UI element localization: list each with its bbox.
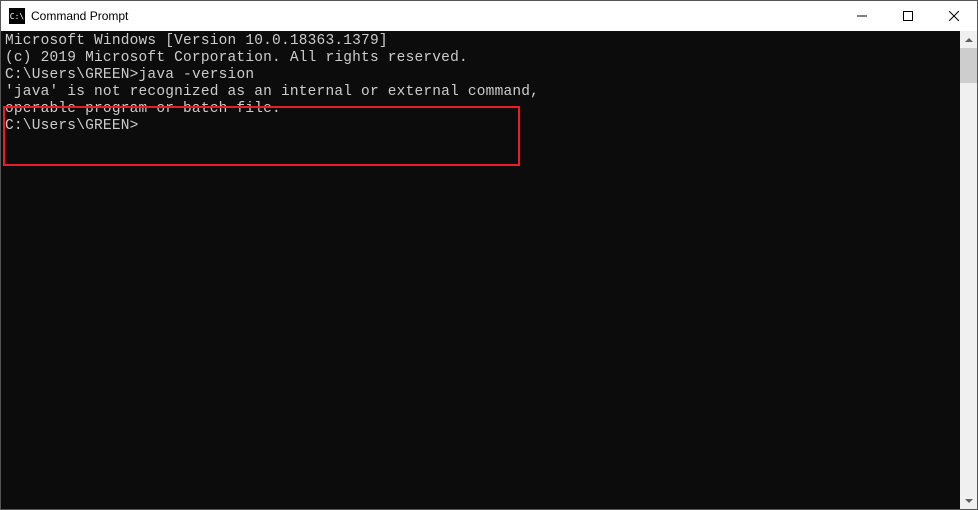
chevron-up-icon (965, 38, 973, 42)
prompt-line-2: C:\Users\GREEN> (5, 118, 956, 135)
cmd-icon: C:\ (9, 8, 25, 24)
prompt-text: C:\Users\GREEN> (5, 67, 139, 83)
command-prompt-window: C:\ Command Prompt Microsoft Windows [Ve… (0, 0, 978, 510)
scrollbar-thumb[interactable] (960, 48, 977, 83)
titlebar[interactable]: C:\ Command Prompt (1, 1, 977, 31)
command-text: java -version (139, 67, 255, 83)
cmd-icon-text: C:\ (10, 12, 24, 21)
window-controls (839, 1, 977, 31)
minimize-icon (857, 11, 867, 21)
prompt-text: C:\Users\GREEN> (5, 118, 139, 134)
scroll-up-arrow-icon[interactable] (960, 31, 977, 48)
close-button[interactable] (931, 1, 977, 31)
copyright-line: (c) 2019 Microsoft Corporation. All righ… (5, 50, 956, 67)
window-title: Command Prompt (31, 9, 128, 23)
prompt-line-1: C:\Users\GREEN>java -version (5, 67, 956, 84)
vertical-scrollbar[interactable] (960, 31, 977, 509)
error-line-1: 'java' is not recognized as an internal … (5, 84, 956, 101)
terminal-output[interactable]: Microsoft Windows [Version 10.0.18363.13… (1, 31, 960, 509)
close-icon (949, 11, 959, 21)
scroll-down-arrow-icon[interactable] (960, 492, 977, 509)
maximize-button[interactable] (885, 1, 931, 31)
terminal-area: Microsoft Windows [Version 10.0.18363.13… (1, 31, 977, 509)
chevron-down-icon (965, 499, 973, 503)
header-line: Microsoft Windows [Version 10.0.18363.13… (5, 33, 956, 50)
error-line-2: operable program or batch file. (5, 101, 956, 118)
maximize-icon (903, 11, 913, 21)
minimize-button[interactable] (839, 1, 885, 31)
